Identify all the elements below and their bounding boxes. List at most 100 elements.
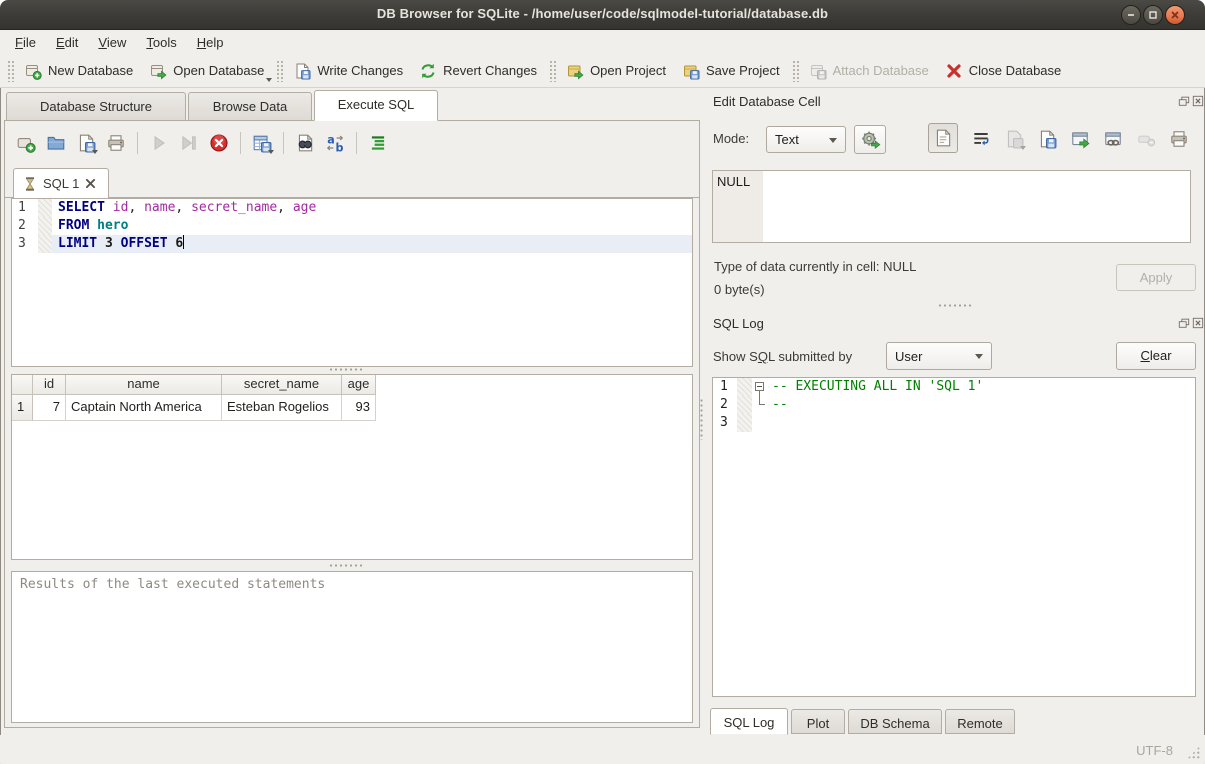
save-sql-file-button[interactable] (73, 130, 99, 156)
column-header-age[interactable]: age (342, 375, 376, 395)
dock-tab-plot[interactable]: Plot (791, 709, 845, 734)
line-number: 2 (12, 217, 38, 235)
tab-close-icon[interactable] (84, 177, 97, 190)
table-cell[interactable]: 93 (342, 395, 376, 421)
dock-splitter[interactable] (938, 303, 972, 308)
set-null-icon (1136, 129, 1156, 149)
results-message-splitter[interactable] (329, 563, 363, 568)
cell-value-editor[interactable]: NULL (712, 170, 1191, 243)
svg-text:b: b (336, 141, 344, 153)
dock-close-button[interactable] (1192, 317, 1204, 329)
fold-collapse-icon[interactable] (755, 382, 764, 391)
grid-corner[interactable] (12, 375, 33, 395)
sql-log-dock-title: SQL Log (713, 316, 764, 331)
sql-log-filter-select[interactable]: User (886, 342, 992, 370)
revert-changes-button[interactable]: Revert Changes (412, 58, 546, 84)
panel-splitter[interactable] (699, 398, 704, 440)
stop-button[interactable] (206, 130, 232, 156)
maximize-icon (1146, 8, 1160, 22)
chevron-down-icon (829, 138, 837, 143)
close-button[interactable] (1165, 5, 1185, 25)
mode-label: Mode: (713, 131, 749, 146)
table-cell[interactable]: Esteban Rogelios (222, 395, 342, 421)
cell-type-info: Type of data currently in cell: NULL (714, 259, 916, 274)
minimize-icon (1124, 8, 1138, 22)
table-cell[interactable]: 7 (33, 395, 66, 421)
column-header-id[interactable]: id (33, 375, 66, 395)
sql-token: age (293, 200, 316, 215)
sql-code-line: 3LIMIT 3 OFFSET 6 (12, 235, 692, 253)
menu-view[interactable]: View (89, 33, 135, 52)
sql-log-view[interactable]: 1-- EXECUTING ALL IN 'SQL 1'2--3 (712, 377, 1196, 697)
close-database-button[interactable]: Close Database (938, 58, 1071, 84)
tab-database-structure[interactable]: Database Structure (6, 92, 186, 121)
open-project-button[interactable]: Open Project (559, 58, 675, 84)
execute-line-icon (179, 133, 199, 153)
menu-tools[interactable]: Tools (137, 33, 185, 52)
toolbar-button-label: Close Database (969, 63, 1062, 78)
find-button[interactable] (292, 130, 318, 156)
execute-line-button (176, 130, 202, 156)
minimize-button[interactable] (1121, 5, 1141, 25)
word-wrap-button[interactable] (968, 126, 994, 152)
toolbar-button-label: Revert Changes (443, 63, 537, 78)
sql-editor-toolbar: ab (13, 129, 391, 157)
close-icon (1168, 8, 1182, 22)
sql-log-filter-value: User (895, 349, 922, 364)
new-database-button[interactable]: New Database (17, 58, 142, 84)
tab-browse-data[interactable]: Browse Data (188, 92, 312, 121)
sql-token: , (277, 200, 293, 215)
resize-grip[interactable] (1187, 746, 1200, 759)
open-database-button[interactable]: Open Database (142, 58, 273, 84)
open-external-button[interactable] (1067, 126, 1093, 152)
apply-button[interactable]: Apply (1116, 264, 1196, 291)
open-sql-file-icon (46, 133, 66, 153)
toolbar-separator (240, 132, 241, 154)
results-table[interactable]: idnamesecret_nameage 17Captain North Amer… (11, 374, 693, 560)
print-button[interactable] (103, 130, 129, 156)
text-mode-button[interactable] (928, 123, 958, 153)
save-project-button[interactable]: Save Project (675, 58, 789, 84)
sql-document-tab[interactable]: SQL 1 (13, 168, 109, 198)
menu-help[interactable]: Help (188, 33, 233, 52)
row-header[interactable]: 1 (12, 395, 33, 421)
fold-margin (737, 396, 752, 414)
toolbar-separator (356, 132, 357, 154)
mode-select[interactable]: Text (766, 126, 846, 153)
menu-edit[interactable]: Edit (47, 33, 87, 52)
results-message-pane[interactable]: Results of the last executed statements (11, 571, 693, 723)
dock-tab-db-schema[interactable]: DB Schema (848, 709, 942, 734)
column-header-name[interactable]: name (66, 375, 222, 395)
save-results-button[interactable] (249, 130, 275, 156)
print-cell-button[interactable] (1166, 126, 1192, 152)
titlebar[interactable]: DB Browser for SQLite - /home/user/code/… (0, 0, 1205, 30)
link-data-button[interactable] (1100, 126, 1126, 152)
write-changes-icon (293, 62, 311, 80)
dock-tab-sql-log[interactable]: SQL Log (710, 708, 788, 735)
dock-float-button[interactable] (1178, 317, 1190, 329)
format-sql-button[interactable] (365, 130, 391, 156)
encoding-indicator: UTF-8 (1136, 743, 1173, 758)
write-changes-button[interactable]: Write Changes (286, 58, 412, 84)
sql-token (89, 218, 97, 233)
table-cell[interactable]: Captain North America (66, 395, 222, 421)
replace-button[interactable]: ab (322, 130, 348, 156)
export-file-button[interactable] (1034, 126, 1060, 152)
sql-editor[interactable]: 1SELECT id, name, secret_name, age2FROM … (11, 198, 693, 367)
editor-results-splitter[interactable] (329, 367, 363, 372)
menu-file[interactable]: File (6, 33, 45, 52)
fold-margin (737, 378, 752, 396)
dock-tab-remote[interactable]: Remote (945, 709, 1015, 734)
clear-log-button[interactable]: Clear (1116, 342, 1196, 370)
chevron-down-icon (975, 354, 983, 359)
attach-database-icon (809, 62, 827, 80)
maximize-button[interactable] (1143, 5, 1163, 25)
tab-execute-sql[interactable]: Execute SQL (314, 90, 438, 121)
column-header-secret_name[interactable]: secret_name (222, 375, 342, 395)
dock-float-button[interactable] (1178, 95, 1190, 107)
dock-close-button[interactable] (1192, 95, 1204, 107)
db-browser-window: DB Browser for SQLite - /home/user/code/… (0, 0, 1205, 764)
auto-apply-button[interactable] (854, 125, 886, 154)
open-sql-file-button[interactable] (43, 130, 69, 156)
new-tab-button[interactable] (13, 130, 39, 156)
